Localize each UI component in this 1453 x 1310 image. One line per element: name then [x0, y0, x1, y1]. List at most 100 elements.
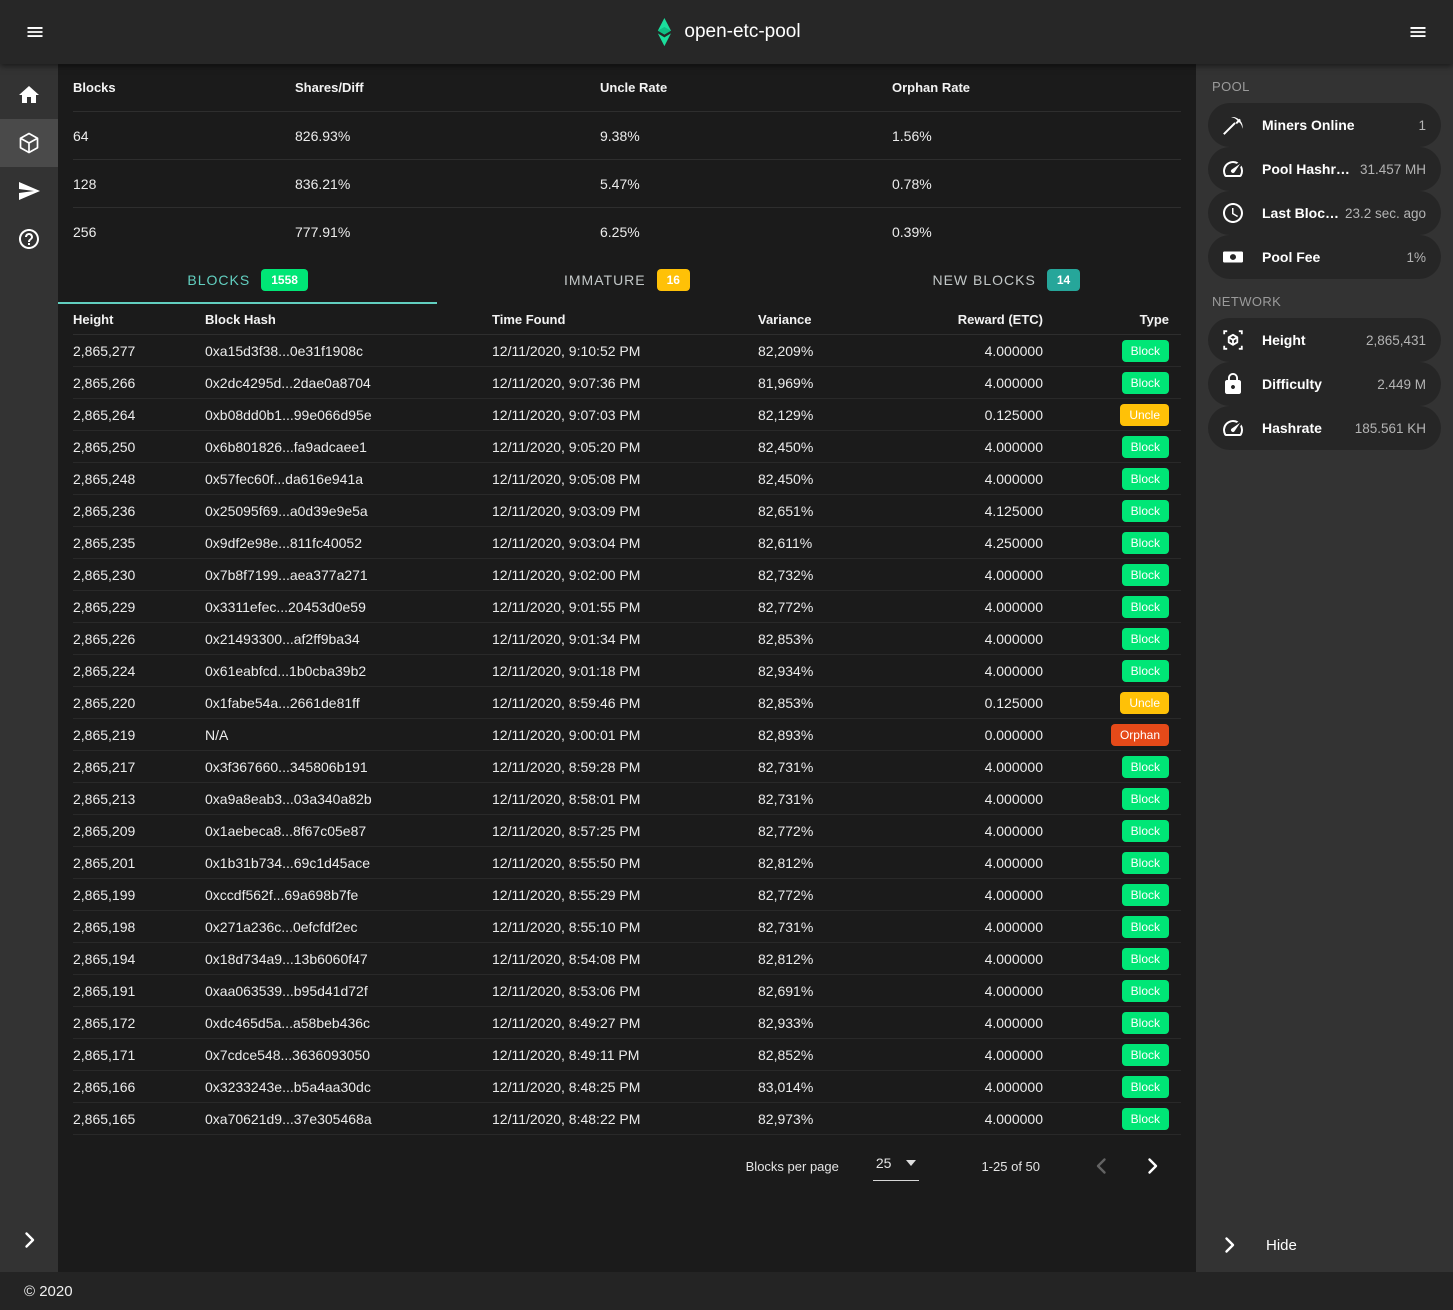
app-root: open-etc-pool BlocksShares/DiffUncle Rat… — [0, 0, 1453, 1310]
pool-stat-pool-hashrate: Pool Hashrate31.457 MH — [1208, 147, 1441, 191]
hash-cell: 0x7cdce548...3636093050 — [205, 1047, 492, 1063]
time-cell: 12/11/2020, 9:01:18 PM — [492, 663, 758, 679]
time-cell: 12/11/2020, 9:07:03 PM — [492, 407, 758, 423]
variance-cell: 82,691% — [758, 983, 908, 999]
expand-nav-button[interactable] — [0, 1216, 58, 1264]
type-cell: Block — [1043, 884, 1181, 906]
hash-cell: 0xa15d3f38...0e31f1908c — [205, 343, 492, 359]
type-badge: Block — [1122, 820, 1169, 842]
block-row: 2,865,1910xaa063539...b95d41d72f12/11/20… — [73, 975, 1181, 1007]
stats-header-row: BlocksShares/DiffUncle RateOrphan Rate — [73, 64, 1181, 112]
right-sidebar: POOL Miners Online1Pool Hashrate31.457 M… — [1196, 64, 1453, 1272]
pool-stat-miners-online: Miners Online 1 — [1208, 103, 1441, 147]
block-row: 2,865,2290x3311efec...20453d0e5912/11/20… — [73, 591, 1181, 623]
etc-logo-icon — [652, 17, 675, 47]
type-cell: Orphan — [1043, 724, 1181, 746]
height-cell: 2,865,220 — [73, 695, 205, 711]
variance-cell: 82,651% — [758, 503, 908, 519]
time-cell: 12/11/2020, 8:59:46 PM — [492, 695, 758, 711]
variance-cell: 82,772% — [758, 887, 908, 903]
reward-cell: 4.000000 — [908, 983, 1043, 999]
next-page-button[interactable] — [1134, 1148, 1170, 1184]
tabs: BLOCKS1558IMMATURE16NEW BLOCKS14 — [58, 256, 1196, 304]
right-menu-button[interactable] — [1397, 11, 1439, 53]
variance-cell: 82,973% — [758, 1111, 908, 1127]
time-cell: 12/11/2020, 9:03:04 PM — [492, 535, 758, 551]
clock-icon — [1221, 201, 1245, 225]
type-badge: Orphan — [1111, 724, 1169, 746]
per-page-select[interactable]: 25 — [873, 1151, 920, 1181]
variance-cell: 82,731% — [758, 759, 908, 775]
reward-cell: 4.000000 — [908, 631, 1043, 647]
banknote-icon — [1221, 245, 1245, 269]
hash-cell: 0x57fec60f...da616e941a — [205, 471, 492, 487]
hash-cell: 0xdc465d5a...a58beb436c — [205, 1015, 492, 1031]
type-cell: Block — [1043, 660, 1181, 682]
blocks-table: HeightBlock HashTime FoundVarianceReward… — [58, 304, 1196, 1135]
variance-cell: 82,852% — [758, 1047, 908, 1063]
nav-item-home[interactable] — [0, 71, 58, 119]
type-badge: Block — [1122, 1076, 1169, 1098]
nav-item-payments[interactable] — [0, 167, 58, 215]
type-badge: Block — [1122, 948, 1169, 970]
height-cell: 2,865,229 — [73, 599, 205, 615]
height-cell: 2,865,226 — [73, 631, 205, 647]
hash-cell: 0x25095f69...a0d39e9e5a — [205, 503, 492, 519]
tab-immature[interactable]: IMMATURE16 — [437, 256, 816, 304]
side-item-value: 1 — [1418, 118, 1426, 133]
time-cell: 12/11/2020, 9:10:52 PM — [492, 343, 758, 359]
reward-cell: 4.000000 — [908, 1047, 1043, 1063]
type-cell: Block — [1043, 1012, 1181, 1034]
block-row: 2,865,2360x25095f69...a0d39e9e5a12/11/20… — [73, 495, 1181, 527]
tab-new-blocks[interactable]: NEW BLOCKS14 — [817, 256, 1196, 304]
prev-page-button[interactable] — [1084, 1148, 1120, 1184]
height-cell: 2,865,224 — [73, 663, 205, 679]
type-badge: Block — [1122, 756, 1169, 778]
stats-cell: 256 — [73, 224, 295, 240]
side-item-label: Miners Online — [1262, 117, 1413, 133]
nav-item-help[interactable] — [0, 215, 58, 263]
block-row: 2,865,2350x9df2e98e...811fc4005212/11/20… — [73, 527, 1181, 559]
reward-cell: 4.000000 — [908, 439, 1043, 455]
hash-cell: 0x6b801826...fa9adcaee1 — [205, 439, 492, 455]
stats-cell: 777.91% — [295, 224, 600, 240]
variance-cell: 82,853% — [758, 631, 908, 647]
variance-cell: 82,731% — [758, 919, 908, 935]
type-badge: Block — [1122, 1012, 1169, 1034]
stats-cell: 64 — [73, 128, 295, 144]
height-cell: 2,865,230 — [73, 567, 205, 583]
nav-item-blocks[interactable] — [0, 119, 58, 167]
reward-cell: 4.000000 — [908, 471, 1043, 487]
type-cell: Block — [1043, 820, 1181, 842]
height-cell: 2,865,217 — [73, 759, 205, 775]
block-row: 2,865,2660x2dc4295d...2dae0a870412/11/20… — [73, 367, 1181, 399]
stats-cell: 128 — [73, 176, 295, 192]
variance-cell: 82,450% — [758, 471, 908, 487]
block-row: 2,865,2010x1b31b734...69c1d45ace12/11/20… — [73, 847, 1181, 879]
type-badge: Block — [1122, 1044, 1169, 1066]
height-cell: 2,865,248 — [73, 471, 205, 487]
tab-label: IMMATURE — [564, 272, 646, 288]
reward-cell: 4.000000 — [908, 887, 1043, 903]
network-section-title: NETWORK — [1196, 279, 1453, 318]
variance-cell: 82,611% — [758, 535, 908, 551]
hamburger-icon — [1408, 22, 1428, 42]
height-cell: 2,865,266 — [73, 375, 205, 391]
hash-cell: 0x1b31b734...69c1d45ace — [205, 855, 492, 871]
hide-sidebar-button[interactable]: Hide — [1196, 1218, 1453, 1272]
time-cell: 12/11/2020, 8:57:25 PM — [492, 823, 758, 839]
block-row: 2,865,1660x3233243e...b5a4aa30dc12/11/20… — [73, 1071, 1181, 1103]
height-cell: 2,865,277 — [73, 343, 205, 359]
main-content: BlocksShares/DiffUncle RateOrphan Rate 64… — [58, 64, 1196, 1272]
side-item-label: Hashrate — [1262, 420, 1350, 436]
reward-cell: 4.000000 — [908, 375, 1043, 391]
tab-blocks[interactable]: BLOCKS1558 — [58, 256, 437, 304]
variance-cell: 82,732% — [758, 567, 908, 583]
height-cell: 2,865,264 — [73, 407, 205, 423]
side-item-label: Pool Hashrate — [1262, 161, 1355, 177]
time-cell: 12/11/2020, 8:59:28 PM — [492, 759, 758, 775]
menu-button[interactable] — [14, 11, 56, 53]
type-badge: Block — [1122, 340, 1169, 362]
pool-stat-pool-fee: Pool Fee1% — [1208, 235, 1441, 279]
type-cell: Block — [1043, 436, 1181, 458]
